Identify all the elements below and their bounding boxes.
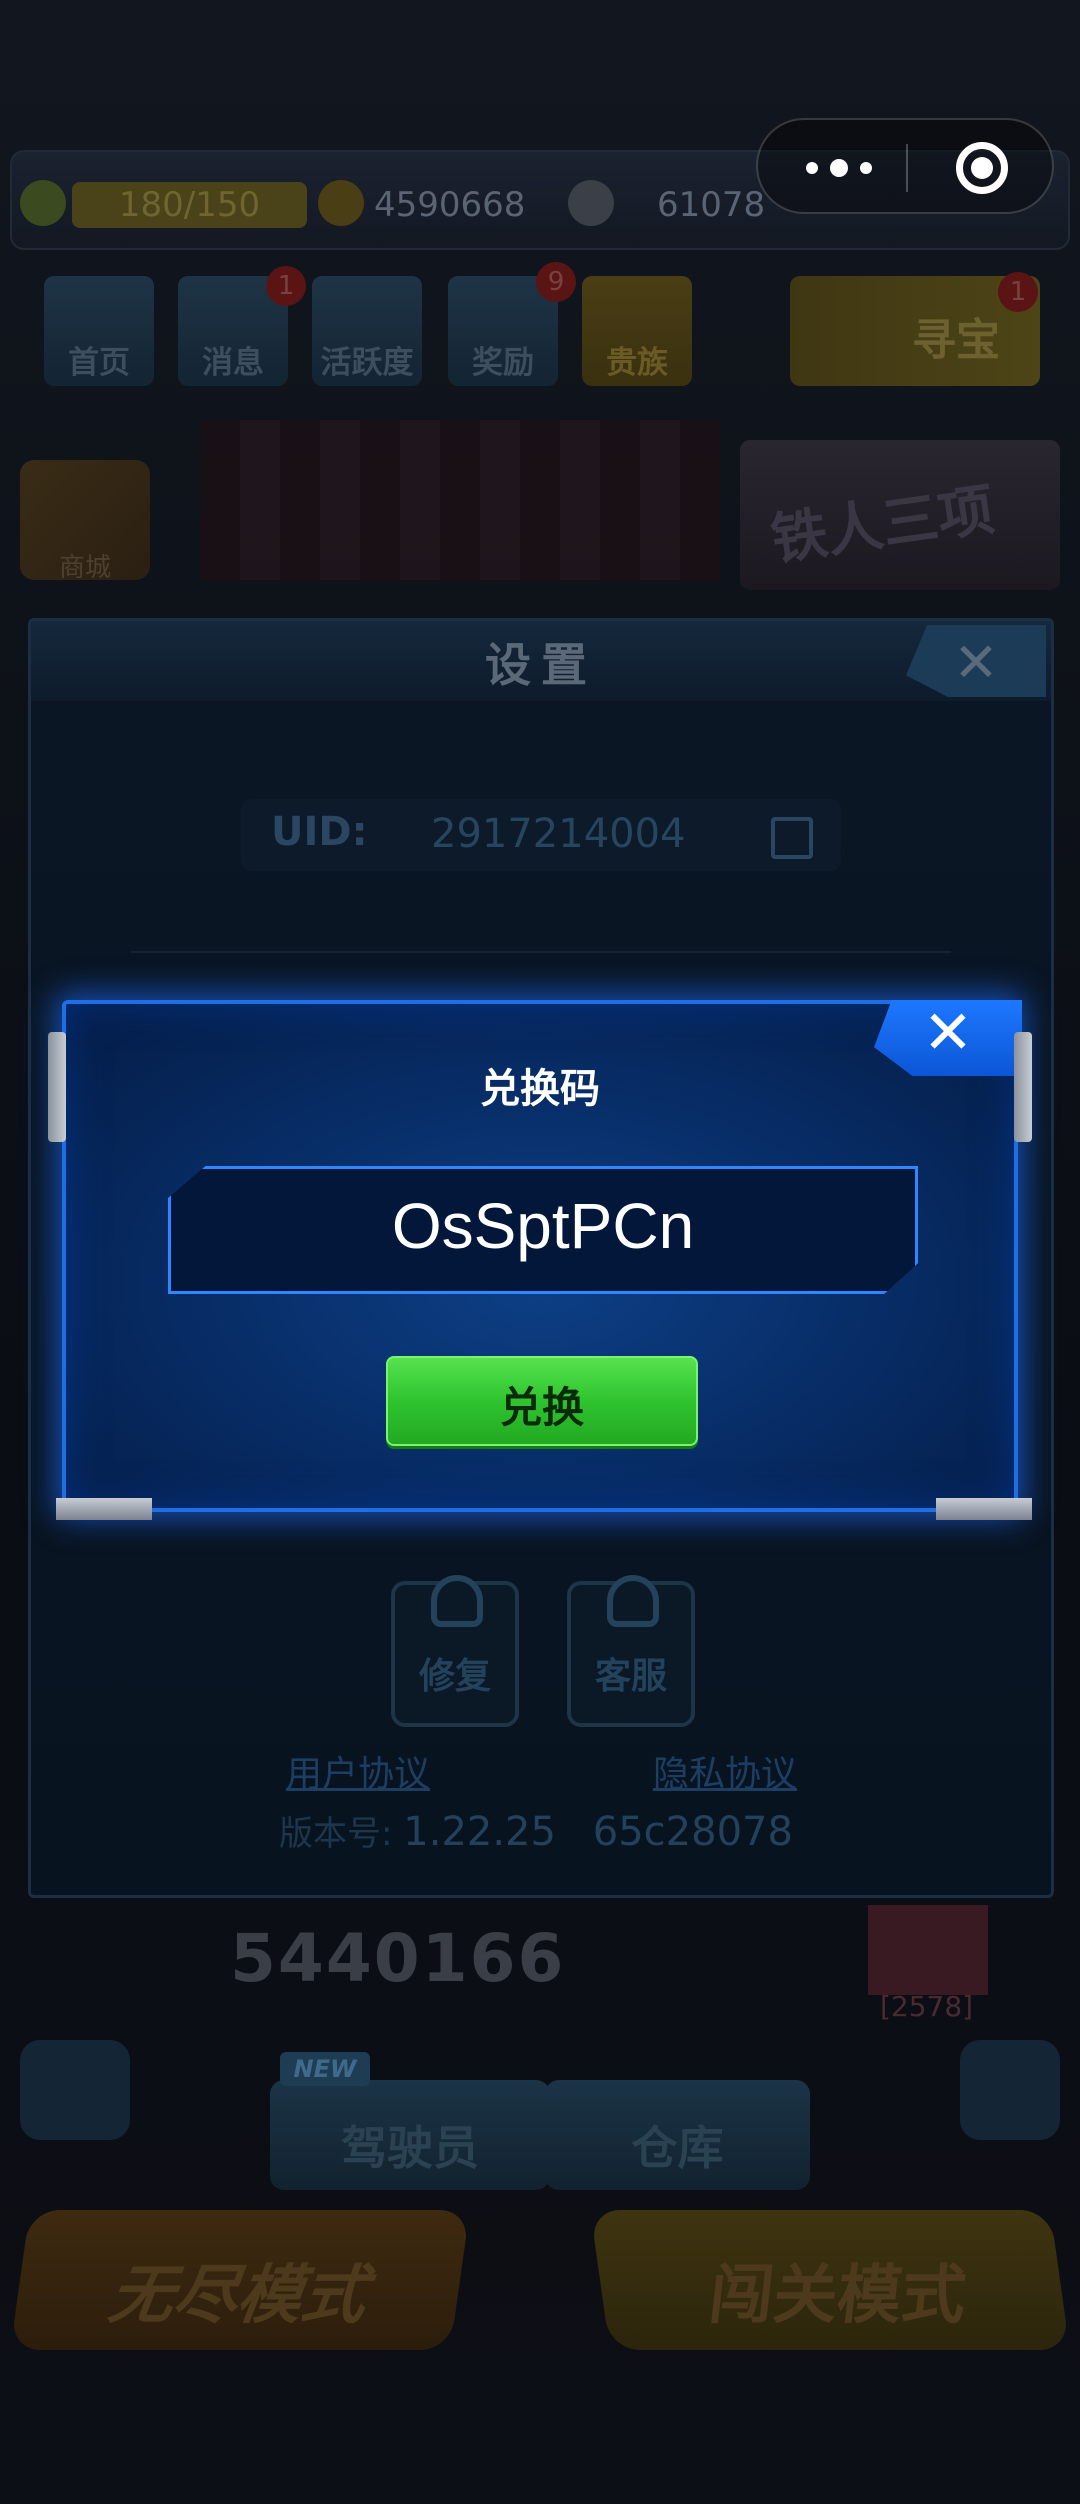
seek-treasure-label: 寻宝 — [912, 315, 1000, 366]
privacy-policy-link[interactable]: 隐私协议 — [653, 1745, 797, 1797]
redeem-button-label: 兑换 — [499, 1383, 584, 1432]
corner-ornament-right — [936, 1498, 1032, 1520]
friends-icon[interactable] — [20, 2040, 130, 2140]
rewards-badge: 9 — [536, 262, 576, 302]
energy-counter: 180/150 — [72, 182, 307, 228]
repair-button[interactable]: 修复 — [391, 1575, 519, 1727]
warehouse-button[interactable]: 仓库 — [545, 2080, 810, 2190]
redeem-dialog: ✕ 兑换码 OsSptPCn 兑换 — [48, 1000, 1032, 1520]
side-bracket-right — [1014, 1032, 1032, 1142]
pilot-label: 驾驶员 — [341, 2121, 479, 2175]
version-number: 1.22.25 — [403, 1809, 556, 1855]
menu-activity-label: 活跃度 — [320, 345, 414, 381]
lightning-icon — [20, 180, 66, 226]
endless-mode-label: 无尽模式 — [104, 2259, 371, 2333]
version-label: 版本号: — [279, 1814, 393, 1854]
version-info: 版本号: 1.22.25 65c28078 — [279, 1806, 793, 1855]
version-hash: 65c28078 — [592, 1809, 793, 1855]
menu-noble[interactable]: 贵族 — [582, 276, 692, 386]
close-miniprogram-icon[interactable] — [956, 142, 1008, 194]
corner-ornament-left — [56, 1498, 152, 1520]
menu-rewards-label: 奖励 — [472, 345, 534, 381]
gem-icon — [568, 180, 614, 226]
menu-noble-label: 贵族 — [606, 345, 668, 381]
customer-service-button[interactable]: 客服 — [567, 1575, 695, 1727]
miniprogram-capsule — [756, 118, 1054, 214]
uid-value: 2917214004 — [431, 811, 686, 857]
shop-label: 商城 — [58, 553, 111, 583]
endless-mode-button[interactable]: 无尽模式 — [10, 2210, 470, 2350]
menu-messages-label: 消息 — [202, 345, 264, 381]
redeem-dialog-title: 兑换码 — [480, 1066, 600, 1112]
wrench-icon — [431, 1575, 483, 1627]
side-bracket-left — [48, 1032, 66, 1142]
rank-emblem — [868, 1905, 988, 1995]
customer-service-label: 客服 — [594, 1656, 667, 1697]
pilot-button[interactable]: 驾驶员 — [270, 2080, 550, 2190]
high-score: 5440166 — [230, 1920, 566, 1997]
coin-icon — [318, 180, 364, 226]
gear-icon[interactable] — [960, 2040, 1060, 2140]
coin-counter: 4590668 — [374, 185, 526, 225]
menu-home[interactable]: 首页 — [44, 276, 154, 386]
menu-home-label: 首页 — [68, 345, 130, 381]
gem-counter: 61078 — [657, 185, 766, 225]
copy-icon[interactable] — [771, 817, 813, 859]
more-options-icon[interactable] — [806, 156, 876, 180]
messages-badge: 1 — [266, 266, 306, 306]
stage-mode-button[interactable]: 闯关模式 — [590, 2210, 1070, 2350]
uid-label: UID: — [271, 809, 368, 855]
settings-close-icon: ✕ — [953, 631, 999, 694]
new-tag: NEW — [280, 2052, 370, 2086]
uid-box: UID: 2917214004 — [241, 799, 841, 871]
repair-label: 修复 — [418, 1656, 491, 1697]
warehouse-label: 仓库 — [631, 2121, 724, 2175]
headset-icon — [607, 1575, 659, 1627]
redeem-code-input[interactable]: OsSptPCn — [168, 1166, 918, 1294]
redeem-code-value: OsSptPCn — [391, 1190, 695, 1262]
settings-divider — [131, 951, 951, 953]
promo-banner[interactable]: 铁人三项 — [740, 440, 1060, 590]
menu-activity[interactable]: 活跃度 — [312, 276, 422, 386]
user-agreement-link[interactable]: 用户协议 — [286, 1745, 430, 1797]
stage-mode-label: 闯关模式 — [699, 2259, 966, 2333]
shop-button[interactable]: 商城 — [20, 460, 150, 583]
redeem-button[interactable]: 兑换 — [386, 1356, 698, 1446]
settings-title: 设置 — [485, 638, 597, 692]
event-banner — [200, 420, 720, 580]
promo-text: 铁人三项 — [767, 477, 999, 574]
rank-value: [2578] — [880, 1990, 974, 2023]
seek-treasure-badge: 1 — [998, 272, 1038, 312]
